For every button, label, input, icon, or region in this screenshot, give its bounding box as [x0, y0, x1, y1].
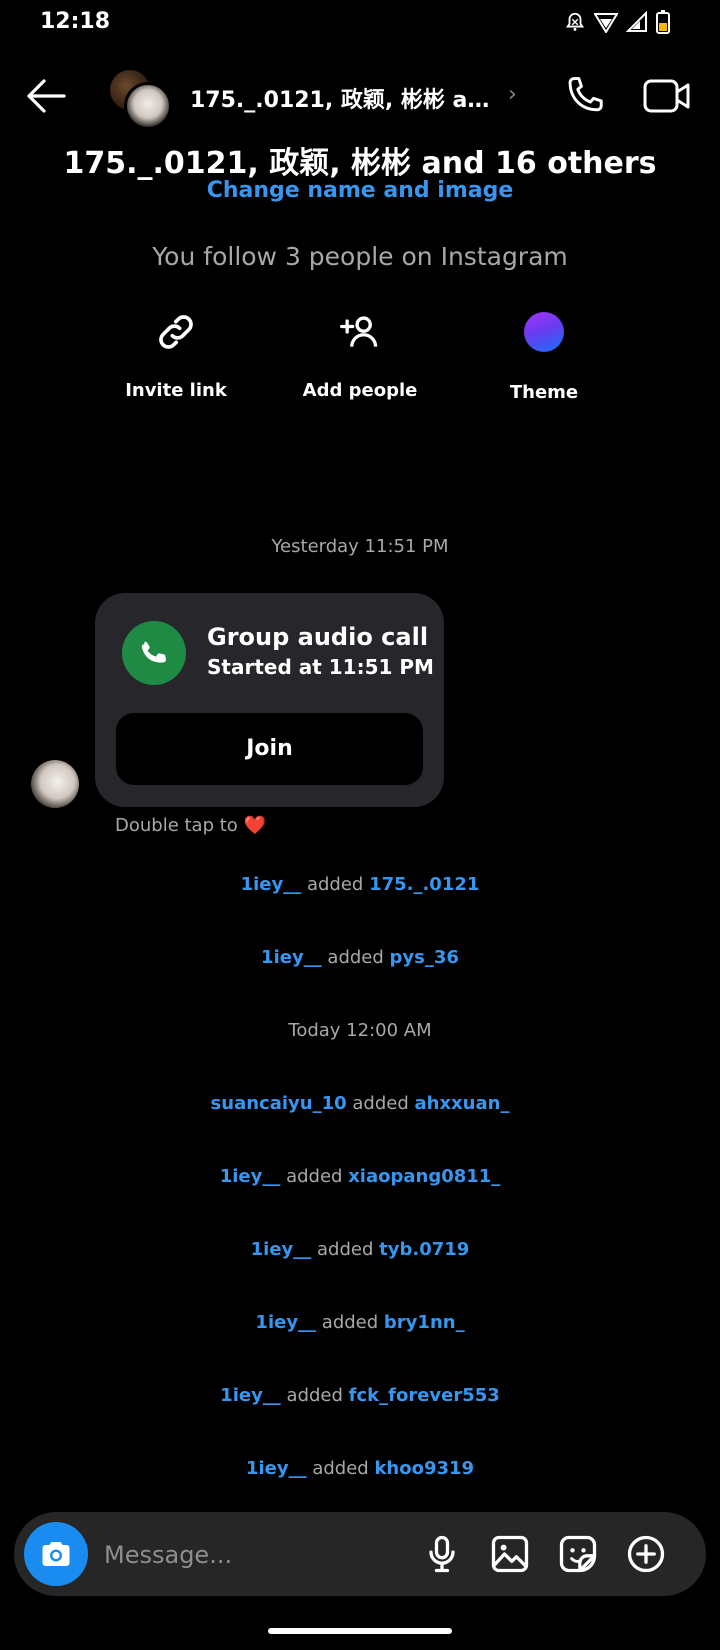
- microphone-button[interactable]: [420, 1532, 464, 1576]
- system-message: 1iey__ added tyb.0719: [0, 1239, 720, 1260]
- actor-username[interactable]: 1iey__: [246, 1458, 307, 1479]
- actor-username[interactable]: 1iey__: [255, 1312, 316, 1333]
- avatar: [124, 82, 172, 130]
- target-username[interactable]: fck_forever553: [349, 1385, 500, 1406]
- back-button[interactable]: [24, 76, 68, 116]
- plus-circle-icon: [627, 1535, 665, 1573]
- target-username[interactable]: ahxxuan_: [414, 1093, 509, 1114]
- link-icon: [159, 315, 193, 349]
- actor-username[interactable]: 1iey__: [261, 947, 322, 968]
- theme-button[interactable]: Theme: [459, 310, 629, 403]
- signal-icon: [626, 11, 647, 32]
- timestamp: Yesterday 11:51 PM: [271, 536, 449, 557]
- actor-username[interactable]: 1iey__: [220, 1166, 281, 1187]
- camera-button[interactable]: [24, 1522, 88, 1586]
- video-call-button[interactable]: [642, 74, 692, 118]
- camera-icon: [42, 1542, 70, 1566]
- more-options-button[interactable]: [624, 1532, 668, 1576]
- event-verb: added: [286, 1385, 343, 1406]
- target-username[interactable]: khoo9319: [374, 1458, 474, 1479]
- phone-icon: [141, 641, 166, 663]
- system-message: 1iey__ added xiaopang0811_: [0, 1166, 720, 1187]
- event-verb: added: [306, 874, 364, 895]
- target-username[interactable]: bry1nn_: [384, 1312, 465, 1333]
- double-tap-hint: Double tap to ❤️: [115, 815, 266, 836]
- call-title: Group audio call: [207, 623, 429, 651]
- group-call-card[interactable]: Group audio call Started at 11:51 PM Joi…: [95, 593, 444, 807]
- event-verb: added: [327, 947, 384, 968]
- target-username[interactable]: 175._.0121: [369, 874, 479, 895]
- image-icon: [491, 1535, 529, 1573]
- phone-icon: [568, 77, 603, 112]
- system-message: 1iey__ added pys_36: [0, 947, 720, 968]
- wifi-icon: [594, 13, 618, 33]
- event-verb: added: [312, 1458, 369, 1479]
- theme-swatch-icon: [524, 312, 564, 352]
- group-avatar[interactable]: [110, 70, 172, 130]
- message-input[interactable]: [102, 1534, 406, 1576]
- system-message: suancaiyu_10 added ahxxuan_: [0, 1093, 720, 1114]
- invite-link-button[interactable]: Invite link: [91, 310, 261, 401]
- microphone-icon: [429, 1535, 455, 1573]
- theme-label: Theme: [509, 382, 579, 403]
- event-verb: added: [286, 1166, 343, 1187]
- follow-info: You follow 3 people on Instagram: [152, 242, 568, 271]
- header-title[interactable]: 175._.0121, 政颖, 彬彬 and 16 others: [190, 82, 500, 114]
- system-message: 1iey__ added khoo9319: [0, 1458, 720, 1479]
- target-username[interactable]: xiaopang0811_: [348, 1166, 500, 1187]
- add-people-button[interactable]: Add people: [275, 310, 445, 401]
- call-subtitle: Started at 11:51 PM: [207, 655, 434, 679]
- system-message: 1iey__ added 175._.0121: [0, 874, 720, 895]
- battery-icon: [656, 10, 670, 34]
- event-verb: added: [352, 1093, 409, 1114]
- sticker-button[interactable]: [556, 1532, 600, 1576]
- system-message: 1iey__ added fck_forever553: [0, 1385, 720, 1406]
- actor-username[interactable]: 1iey__: [251, 1239, 312, 1260]
- arrow-left-icon: [27, 79, 66, 113]
- alarm-silent-icon: [565, 12, 585, 31]
- gallery-button[interactable]: [488, 1532, 532, 1576]
- avatar[interactable]: [31, 760, 79, 808]
- target-username[interactable]: pys_36: [390, 947, 459, 968]
- message-composer: [14, 1512, 706, 1596]
- status-time: 12:18: [40, 9, 111, 34]
- chat-header: 175._.0121, 政颖, 彬彬 and 16 others ›: [0, 60, 720, 134]
- join-call-button[interactable]: Join: [116, 713, 423, 785]
- video-camera-icon: [643, 79, 690, 113]
- change-name-link[interactable]: Change name and image: [0, 178, 720, 203]
- system-message: 1iey__ added bry1nn_: [0, 1312, 720, 1333]
- chevron-right-icon: ›: [508, 82, 517, 107]
- add-people-label: Add people: [302, 380, 418, 401]
- add-person-icon: [340, 316, 378, 347]
- target-username[interactable]: tyb.0719: [379, 1239, 469, 1260]
- audio-call-button[interactable]: [562, 74, 606, 118]
- actor-username[interactable]: 1iey__: [241, 874, 302, 895]
- actor-username[interactable]: suancaiyu_10: [211, 1093, 347, 1114]
- actor-username[interactable]: 1iey__: [220, 1385, 281, 1406]
- timestamp: Today 12:00 AM: [288, 1020, 432, 1041]
- event-verb: added: [317, 1239, 374, 1260]
- group-name: 175._.0121, 政颖, 彬彬 and 16 others: [63, 146, 657, 181]
- call-icon-badge: [122, 621, 186, 685]
- sticker-icon: [559, 1535, 597, 1573]
- status-bar: 12:18: [0, 0, 720, 46]
- invite-link-label: Invite link: [125, 380, 227, 401]
- home-indicator[interactable]: [268, 1628, 452, 1634]
- event-verb: added: [321, 1312, 379, 1333]
